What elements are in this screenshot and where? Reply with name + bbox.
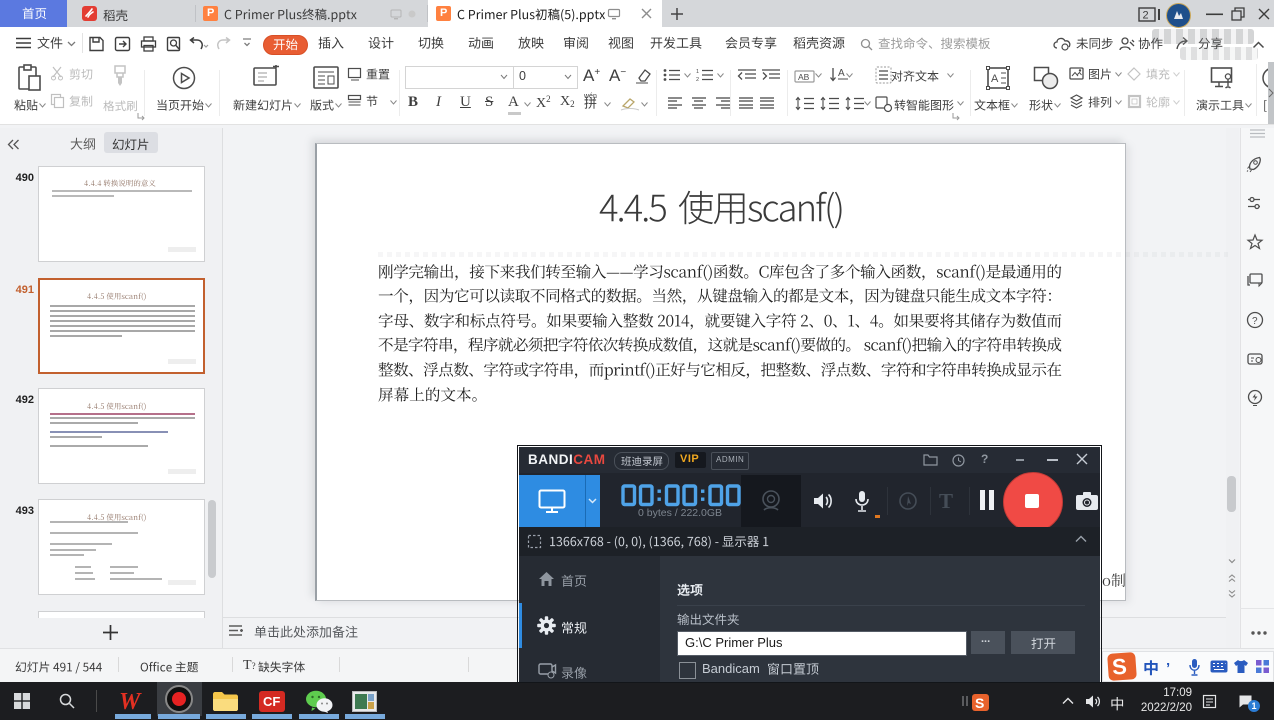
svg-text:2: 2 (1143, 10, 1149, 22)
svg-text:1: 1 (696, 69, 699, 75)
svg-text:A: A (991, 73, 999, 85)
svg-text:A: A (838, 68, 845, 79)
svg-text:?: ? (1252, 316, 1258, 327)
svg-text:AB: AB (798, 72, 810, 82)
svg-text:2: 2 (696, 77, 699, 83)
